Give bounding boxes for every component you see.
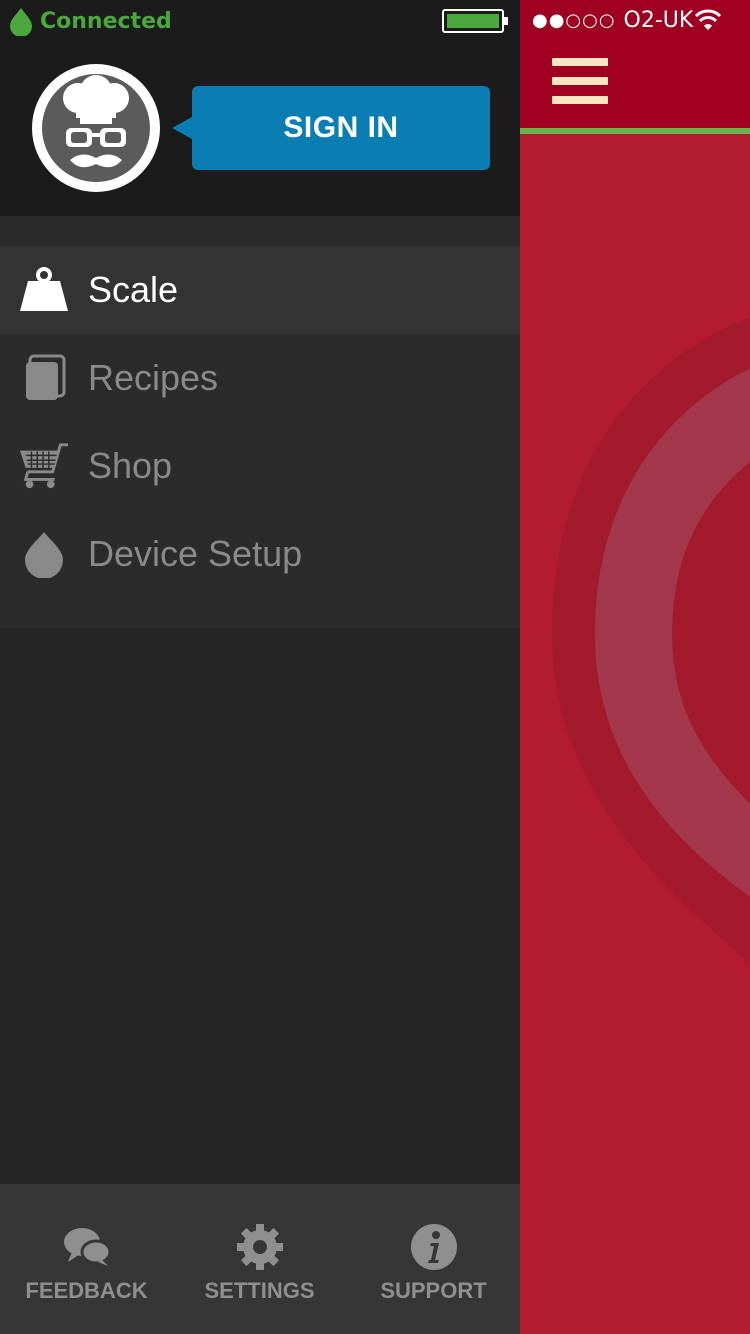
menu-item-device-setup[interactable]: Device Setup	[0, 510, 520, 598]
menu-label-recipes: Recipes	[88, 357, 219, 398]
drawer-header: Connected SIGN IN	[0, 0, 520, 216]
support-label: SUPPORT	[380, 1278, 487, 1303]
main-content: ●●○○○ O2-UK	[520, 0, 750, 1334]
feedback-label: FEEDBACK	[25, 1278, 148, 1303]
hamburger-menu-button[interactable]	[552, 58, 608, 106]
scale-weight-icon	[18, 264, 70, 316]
chef-avatar-icon	[42, 74, 150, 182]
menu-label-device-setup: Device Setup	[88, 533, 303, 574]
support-button[interactable]: SUPPORT	[347, 1184, 520, 1334]
connection-status: Connected	[8, 6, 172, 36]
menu-item-shop[interactable]: Shop	[0, 422, 520, 510]
battery-icon	[442, 9, 508, 33]
drop-graphic	[552, 317, 750, 965]
menu-label-shop: Shop	[88, 445, 173, 486]
connection-drop-icon	[10, 8, 32, 36]
wifi-icon	[694, 9, 722, 30]
carrier-label: O2-UK	[623, 8, 694, 33]
feedback-button[interactable]: FEEDBACK	[0, 1184, 173, 1334]
info-icon	[410, 1224, 457, 1270]
settings-button[interactable]: SETTINGS	[173, 1184, 346, 1334]
menu-label-scale: Scale	[88, 269, 179, 310]
settings-label: SETTINGS	[204, 1278, 315, 1303]
signal-strength-icon: ●●○○○	[532, 10, 616, 31]
menu-item-scale[interactable]: Scale	[0, 246, 520, 334]
avatar[interactable]	[32, 64, 160, 192]
drawer-bottom-bar: FEEDBACK SETTINGS SUPPORT	[0, 1184, 520, 1334]
connection-label: Connected	[40, 8, 172, 34]
shopping-cart-icon	[18, 440, 70, 492]
device-drop-icon	[18, 528, 70, 580]
recipes-book-icon	[18, 352, 70, 404]
sign-in-button[interactable]: SIGN IN	[192, 86, 490, 170]
carrier-status: ●●○○○ O2-UK	[532, 8, 693, 33]
menu-item-recipes[interactable]: Recipes	[0, 334, 520, 422]
chat-bubbles-icon	[63, 1228, 111, 1266]
drawer-menu: Scale Recipes Shop Device Setup	[0, 216, 520, 628]
gear-icon	[236, 1224, 283, 1270]
main-header: ●●○○○ O2-UK	[520, 0, 750, 128]
navigation-drawer: Connected SIGN IN Scale Recipes Shop Dev…	[0, 0, 520, 1334]
signin-pointer	[172, 117, 192, 139]
